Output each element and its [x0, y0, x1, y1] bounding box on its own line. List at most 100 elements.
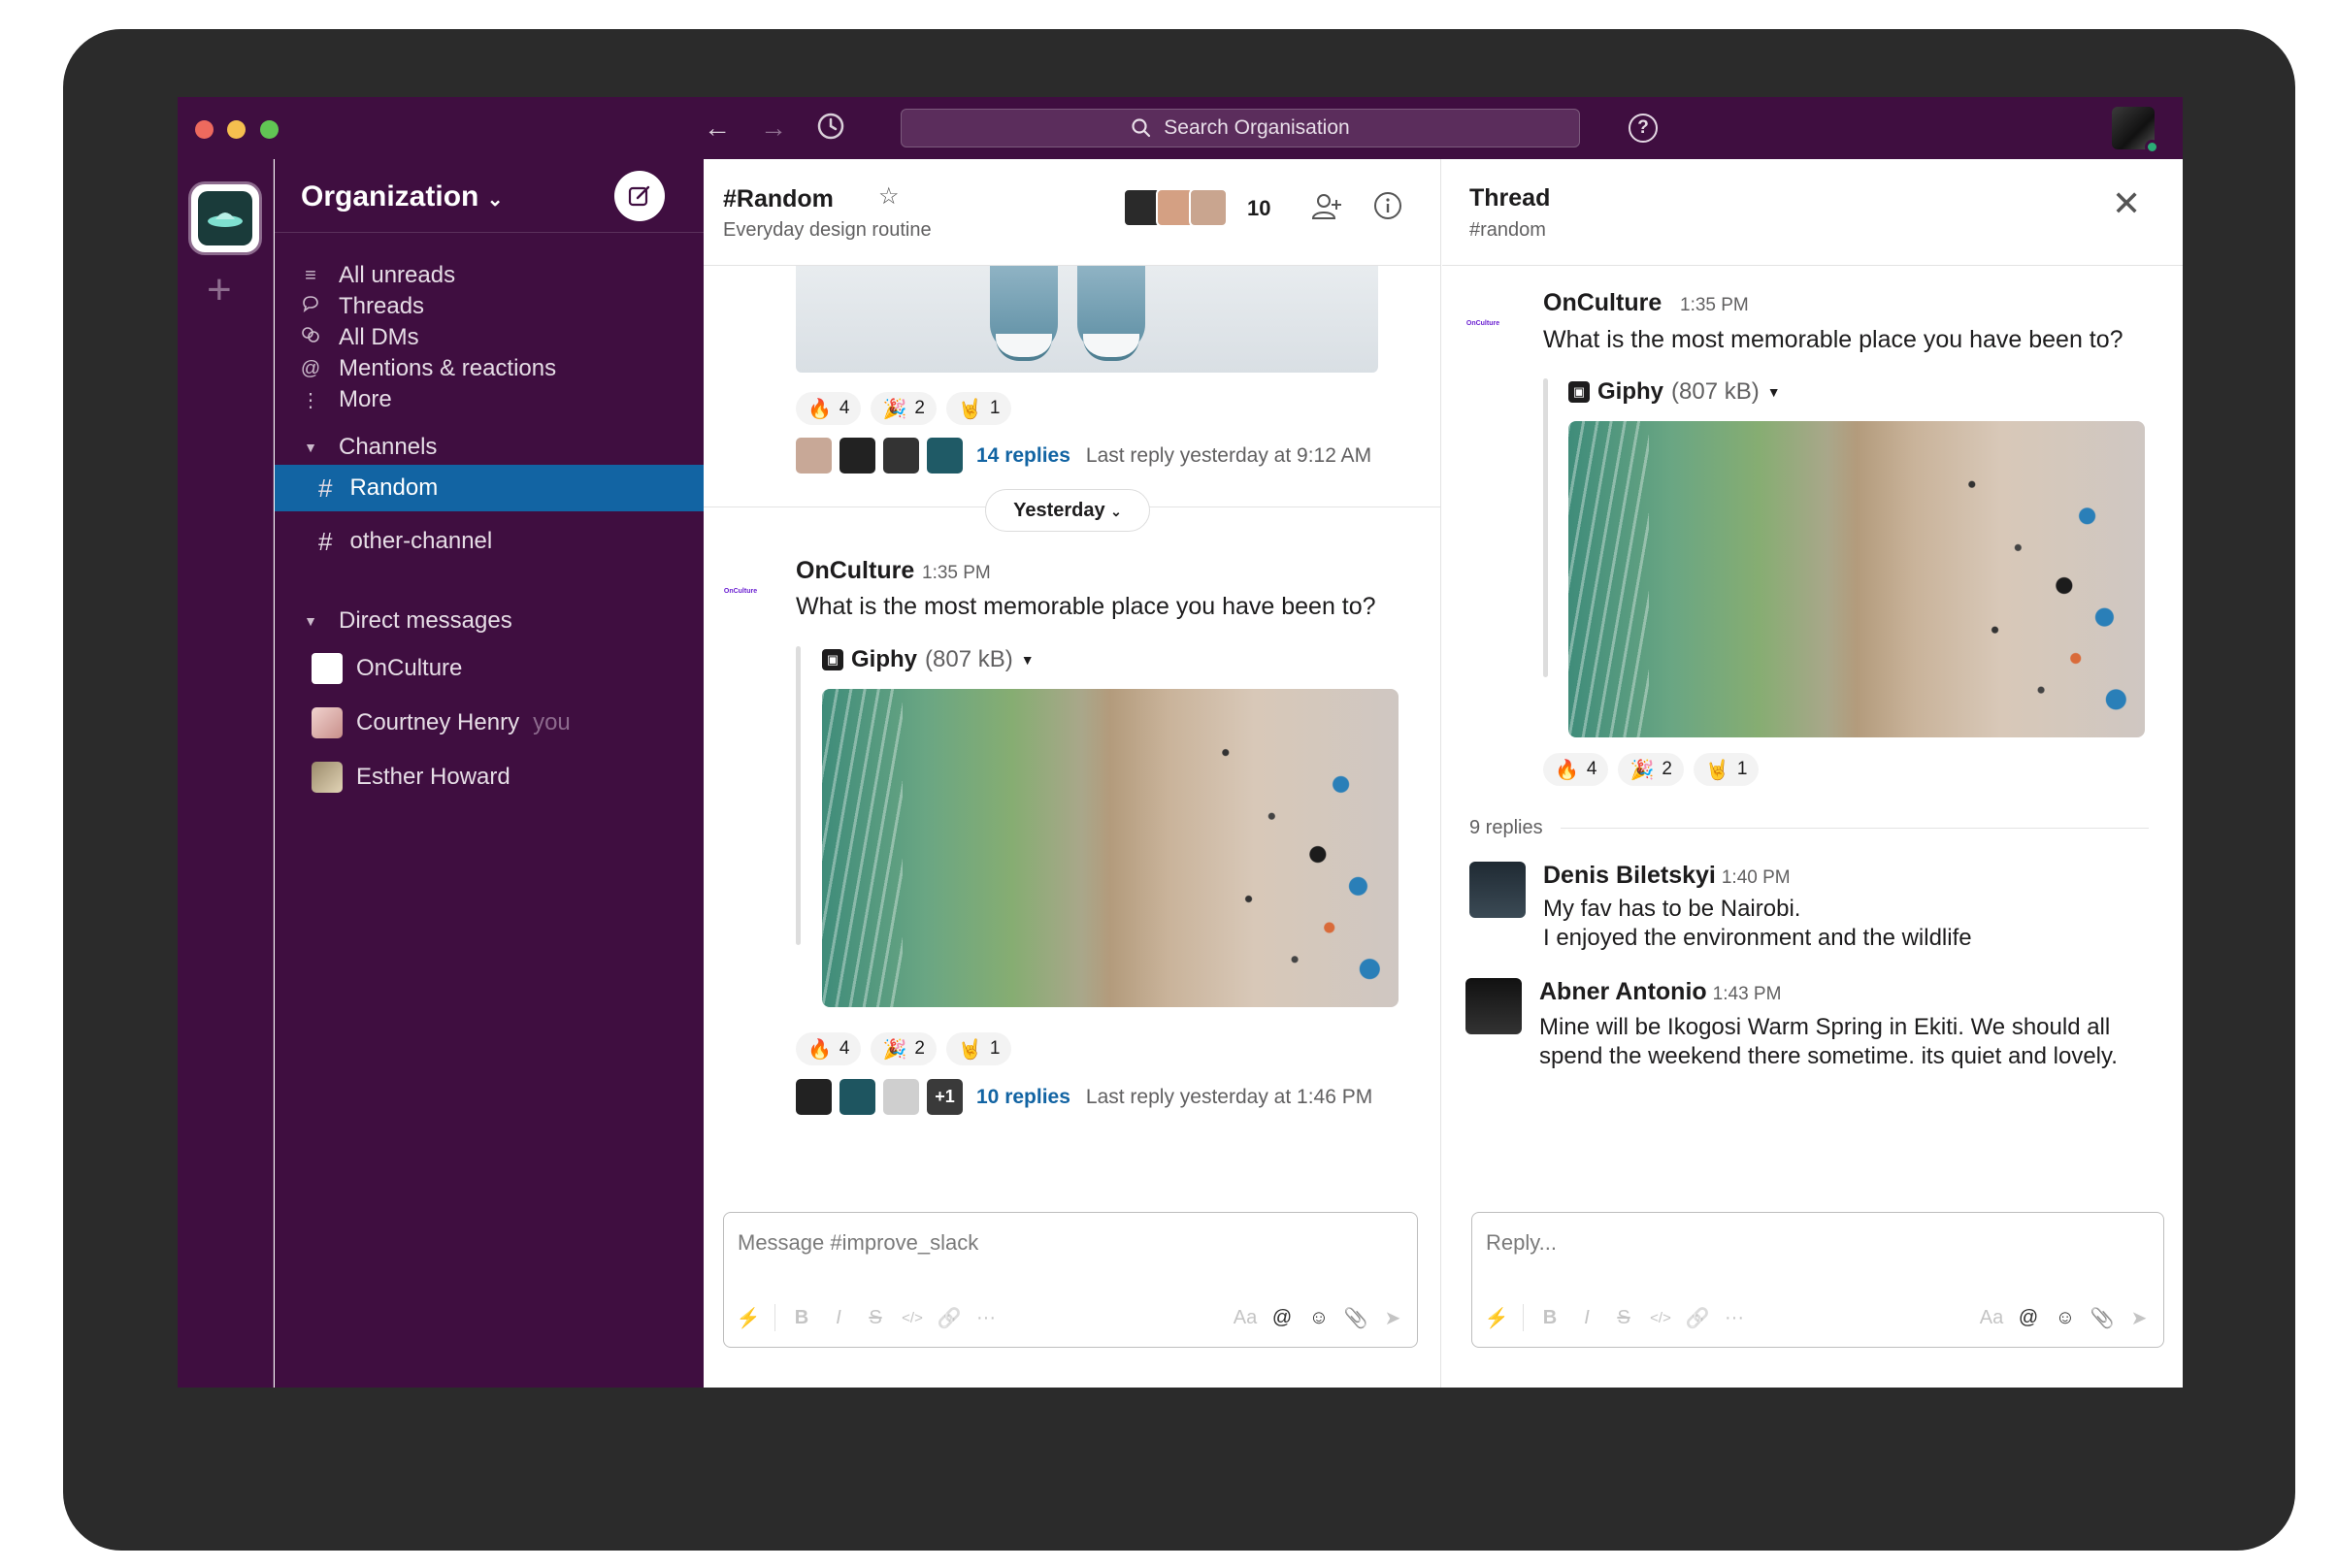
- code-icon[interactable]: </>: [894, 1310, 931, 1326]
- italic-icon[interactable]: I: [1568, 1307, 1605, 1329]
- maximize-window-button[interactable]: [260, 120, 279, 139]
- bold-icon[interactable]: B: [1531, 1307, 1568, 1329]
- reply-avatar[interactable]: [1465, 978, 1522, 1034]
- composer-placeholder: Message #improve_slack: [738, 1230, 979, 1255]
- reply-line: spend the weekend there sometime. its qu…: [1539, 1043, 2118, 1069]
- fire-icon: 🔥: [807, 1038, 832, 1061]
- replies-link[interactable]: 10 replies: [976, 1086, 1070, 1109]
- sidebar-item-dm-courtney[interactable]: Courtney Henry you: [275, 700, 704, 746]
- reply-author-row[interactable]: Abner Antonio 1:43 PM: [1539, 978, 1781, 1006]
- close-icon[interactable]: ✕: [2112, 184, 2141, 223]
- attachment-name: Giphy: [1597, 378, 1664, 405]
- code-icon[interactable]: </>: [1642, 1310, 1679, 1326]
- reaction-party[interactable]: 🎉 2: [871, 392, 937, 425]
- replies-divider: 9 replies: [1469, 817, 2149, 839]
- arrow-right-icon[interactable]: →: [756, 111, 791, 146]
- thread-channel[interactable]: #random: [1469, 219, 1546, 242]
- shortcuts-icon[interactable]: ⚡: [1478, 1306, 1515, 1330]
- member-count[interactable]: 10: [1247, 196, 1270, 221]
- emoji-icon[interactable]: ☺: [1300, 1307, 1337, 1329]
- message-author[interactable]: OnCulture: [1543, 289, 1662, 317]
- previous-image[interactable]: [796, 266, 1378, 373]
- beach-image[interactable]: [1568, 421, 2145, 737]
- question-icon[interactable]: ?: [1629, 114, 1658, 143]
- message-time[interactable]: 1:35 PM: [1680, 295, 1749, 316]
- message-text: What is the most memorable place you hav…: [1543, 326, 2123, 353]
- attachment-header[interactable]: ▣ Giphy (807 kB) ▼: [822, 646, 1035, 673]
- emoji-icon[interactable]: ☺: [2047, 1307, 2084, 1329]
- toolbar-divider: [774, 1304, 775, 1331]
- close-window-button[interactable]: [195, 120, 214, 139]
- send-icon[interactable]: ➤: [1374, 1306, 1411, 1330]
- star-icon[interactable]: ☆: [878, 182, 900, 211]
- reply-author: Abner Antonio: [1539, 978, 1707, 1005]
- shortcuts-icon[interactable]: ⚡: [730, 1306, 767, 1330]
- search-input[interactable]: Search Organisation: [901, 109, 1580, 147]
- more-formatting-icon[interactable]: ···: [1716, 1307, 1753, 1329]
- member-avatar: [1189, 188, 1228, 227]
- info-icon[interactable]: [1368, 190, 1407, 229]
- reply-avatar[interactable]: [1469, 862, 1526, 918]
- clock-icon[interactable]: [813, 111, 848, 146]
- thread-summary[interactable]: +1 10 replies Last reply yesterday at 1:…: [796, 1079, 1372, 1115]
- sidebar-item-random[interactable]: # Random: [275, 465, 704, 511]
- sidebar-item-dm-onculture[interactable]: OnCulture: [275, 645, 704, 692]
- reply-composer[interactable]: Reply... ⚡ B I S </> 🔗 ··· Aa @ ☺ 📎 ➤: [1471, 1212, 2164, 1348]
- sidebar-item-more[interactable]: ⋮ More: [275, 376, 704, 423]
- message-author[interactable]: OnCulture: [796, 557, 914, 585]
- day-divider-button[interactable]: Yesterday ⌄: [985, 489, 1150, 532]
- onculture-logo[interactable]: OnCulture: [719, 582, 762, 602]
- bold-icon[interactable]: B: [783, 1307, 820, 1329]
- reaction-party[interactable]: 🎉 2: [1618, 753, 1684, 786]
- attachment-header[interactable]: ▣ Giphy (807 kB) ▼: [1568, 378, 1781, 406]
- attach-icon[interactable]: 📎: [1337, 1306, 1374, 1330]
- reaction-fire[interactable]: 🔥 4: [796, 392, 862, 425]
- arrow-left-icon[interactable]: ←: [700, 111, 735, 146]
- link-icon[interactable]: 🔗: [931, 1306, 968, 1330]
- beach-image[interactable]: [822, 689, 1399, 1007]
- attachment-bar: [796, 646, 801, 945]
- channel-label: Random: [349, 474, 439, 501]
- party-popper-icon: 🎉: [1629, 759, 1655, 781]
- mention-icon[interactable]: @: [1264, 1307, 1300, 1329]
- format-icon[interactable]: Aa: [1227, 1307, 1264, 1329]
- workspace-icon[interactable]: [191, 184, 259, 252]
- compose-button[interactable]: [614, 171, 665, 221]
- link-icon[interactable]: 🔗: [1679, 1306, 1716, 1330]
- fire-icon: 🔥: [807, 398, 832, 420]
- reaction-fire[interactable]: 🔥 4: [1543, 753, 1609, 786]
- attach-icon[interactable]: 📎: [2084, 1306, 2121, 1330]
- org-switcher[interactable]: Organization ⌄: [301, 180, 503, 213]
- reaction-rock[interactable]: 🤘 1: [945, 392, 1012, 425]
- message-time[interactable]: 1:35 PM: [922, 563, 991, 584]
- format-icon[interactable]: Aa: [1973, 1307, 2010, 1329]
- member-avatars[interactable]: [1123, 188, 1228, 227]
- wave-texture: [822, 689, 904, 1007]
- reaction-rock[interactable]: 🤘 1: [1693, 753, 1760, 786]
- add-member-icon[interactable]: [1307, 190, 1346, 229]
- attachment-size: (807 kB): [925, 646, 1013, 672]
- minimize-window-button[interactable]: [227, 120, 246, 139]
- channel-title[interactable]: #Random: [723, 185, 834, 213]
- reaction-count: 1: [989, 1038, 1001, 1059]
- send-icon[interactable]: ➤: [2121, 1306, 2157, 1330]
- add-workspace-icon[interactable]: +: [207, 269, 232, 311]
- thread-summary[interactable]: 14 replies Last reply yesterday at 9:12 …: [796, 438, 1371, 474]
- channels-section-toggle[interactable]: ▼ Channels: [275, 424, 704, 471]
- strikethrough-icon[interactable]: S: [1605, 1307, 1642, 1329]
- message-composer[interactable]: Message #improve_slack ⚡ B I S </> 🔗 ···…: [723, 1212, 1418, 1348]
- sidebar-item-other-channel[interactable]: # other-channel: [275, 518, 704, 565]
- dm-label: OnCulture: [356, 655, 463, 681]
- reaction-rock[interactable]: 🤘 1: [945, 1032, 1012, 1065]
- italic-icon[interactable]: I: [820, 1307, 857, 1329]
- reply-author-row[interactable]: Denis Biletskyi 1:40 PM: [1543, 862, 1791, 890]
- dms-section-toggle[interactable]: ▼ Direct messages: [275, 598, 704, 644]
- sidebar-item-dm-esther[interactable]: Esther Howard: [275, 754, 704, 800]
- mention-icon[interactable]: @: [2010, 1307, 2047, 1329]
- reaction-party[interactable]: 🎉 2: [871, 1032, 937, 1065]
- more-formatting-icon[interactable]: ···: [968, 1307, 1004, 1329]
- reaction-fire[interactable]: 🔥 4: [796, 1032, 862, 1065]
- strikethrough-icon[interactable]: S: [857, 1307, 894, 1329]
- replies-link[interactable]: 14 replies: [976, 444, 1070, 468]
- onculture-logo[interactable]: OnCulture: [1462, 314, 1504, 334]
